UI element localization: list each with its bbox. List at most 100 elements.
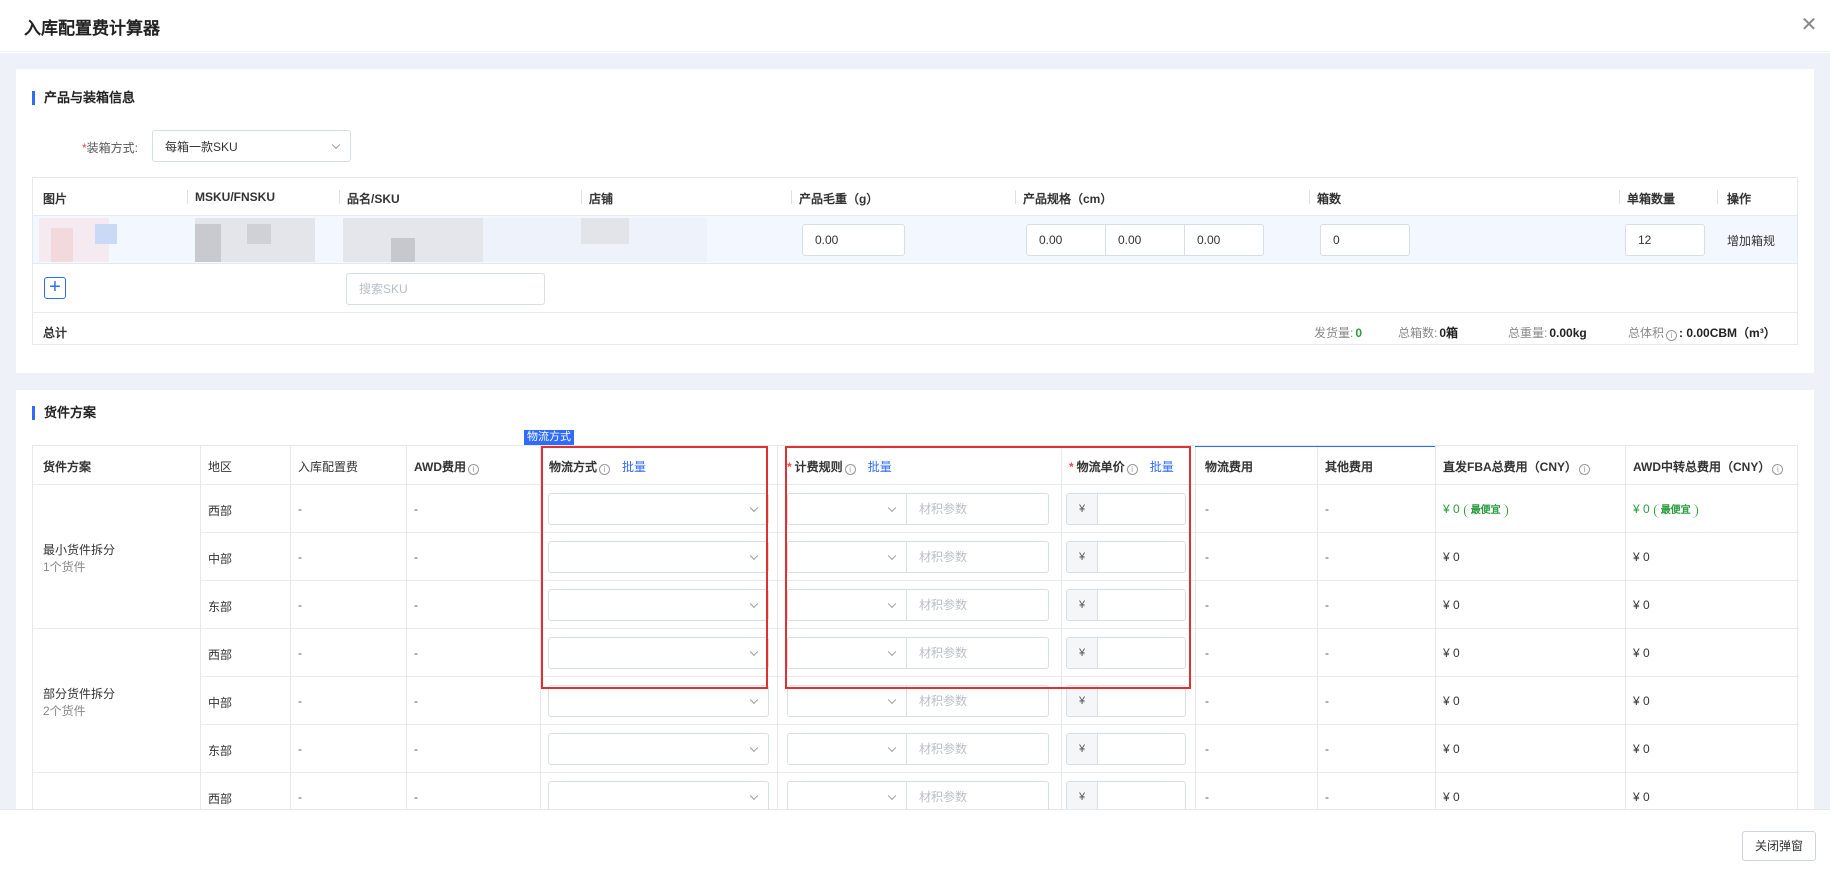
boxes-stat: 总箱数: 0箱	[1398, 326, 1459, 340]
logistics-select[interactable]	[548, 589, 769, 621]
rule-select[interactable]	[787, 685, 907, 717]
inbound-fee-cell: -	[298, 646, 302, 660]
info-icon[interactable]: i	[599, 464, 611, 475]
close-dialog-button[interactable]: 关闭弹窗	[1741, 831, 1816, 861]
param-input[interactable]: 材积参数	[906, 637, 1049, 669]
region-cell: 东部	[208, 744, 233, 758]
packing-select[interactable]: 每箱一款SKU	[152, 130, 351, 162]
param-input[interactable]: 材积参数	[906, 733, 1049, 765]
yen-prefix: ¥	[1066, 637, 1098, 669]
unit-price-input[interactable]	[1098, 541, 1186, 573]
info-icon[interactable]: i	[468, 464, 479, 475]
inbound-fee-cell: -	[298, 742, 302, 756]
yen-prefix: ¥	[1066, 541, 1098, 573]
logistics-cost-cell: -	[1205, 790, 1209, 804]
inbound-fee-cell: -	[298, 598, 302, 612]
other-cost-cell: -	[1325, 502, 1329, 516]
weight-input[interactable]: 0.00	[802, 224, 905, 256]
batch-logistics-link[interactable]: 批量	[622, 460, 646, 474]
yen-prefix: ¥	[1066, 685, 1098, 717]
th-unit-price: * 物流单价 i 批量	[1069, 460, 1174, 475]
other-cost-cell: -	[1325, 598, 1329, 612]
length-input[interactable]: 0.00	[1026, 224, 1106, 256]
rule-select[interactable]	[787, 493, 907, 525]
msku-blurred	[195, 224, 221, 262]
chevron-down-icon	[887, 647, 897, 657]
per-box-input[interactable]: 12	[1625, 224, 1705, 256]
th-logistics: 物流方式 i 批量	[549, 460, 647, 475]
boxes-input[interactable]: 0	[1320, 224, 1410, 256]
unit-price-input[interactable]	[1098, 637, 1186, 669]
store-blurred	[581, 218, 629, 244]
add-sku-button[interactable]: +	[44, 277, 66, 299]
chevron-down-icon	[887, 599, 897, 609]
product-table: 图片 MSKU/FNSKU 品名/SKU 店铺 产品毛重（g） 产品规格（cm）…	[32, 177, 1798, 345]
width-input[interactable]: 0.00	[1105, 224, 1185, 256]
add-box-spec-link[interactable]: 增加箱规	[1727, 232, 1775, 249]
cheapest-badge: 最便宜	[1653, 504, 1698, 518]
rule-select[interactable]	[787, 589, 907, 621]
height-input[interactable]: 0.00	[1184, 224, 1264, 256]
packing-label: *装箱方式:	[82, 141, 139, 155]
unit-price-input[interactable]	[1098, 781, 1186, 809]
chevron-down-icon	[887, 791, 897, 801]
logistics-select[interactable]	[548, 637, 769, 669]
name-blurred	[391, 238, 415, 262]
table-row: 0.00 0.00 0.00 0.00 0 12 增加箱规	[33, 216, 1797, 264]
unit-price-input[interactable]	[1098, 589, 1186, 621]
chevron-down-icon	[887, 695, 897, 705]
batch-rule-link[interactable]: 批量	[868, 460, 892, 474]
add-row: + 搜索SKU	[33, 265, 1797, 313]
fba-total-cell: ¥ 0	[1443, 790, 1460, 804]
awd-fee-cell: -	[414, 550, 418, 564]
chevron-down-icon	[749, 551, 759, 561]
rule-select[interactable]	[787, 637, 907, 669]
yen-prefix: ¥	[1066, 781, 1098, 809]
search-sku-input[interactable]: 搜索SKU	[346, 273, 545, 305]
unit-price-input[interactable]	[1098, 493, 1186, 525]
param-input[interactable]: 材积参数	[906, 589, 1049, 621]
param-input[interactable]: 材积参数	[906, 493, 1049, 525]
logistics-select[interactable]	[548, 541, 769, 573]
product-image	[95, 224, 117, 244]
param-input[interactable]: 材积参数	[906, 541, 1049, 573]
logistics-cost-cell: -	[1205, 694, 1209, 708]
rule-select[interactable]	[787, 541, 907, 573]
th-per-box: 单箱数量	[1627, 192, 1676, 206]
param-input[interactable]: 材积参数	[906, 685, 1049, 717]
msku-blurred	[247, 224, 271, 244]
info-icon[interactable]: i	[844, 464, 856, 475]
fba-total-cell: ¥ 0	[1443, 742, 1460, 756]
info-icon[interactable]: i	[1126, 464, 1138, 475]
th-logistics-cost: 物流费用	[1205, 460, 1254, 474]
logistics-select[interactable]	[548, 781, 769, 809]
batch-price-link[interactable]: 批量	[1150, 460, 1174, 474]
logistics-cost-cell: -	[1205, 598, 1209, 612]
logistics-cost-cell: -	[1205, 550, 1209, 564]
chevron-down-icon	[749, 791, 759, 801]
shipped-stat: 发货量: 0	[1314, 326, 1363, 340]
awd-fee-cell: -	[414, 694, 418, 708]
modal-header: 入库配置费计算器 ✕	[0, 0, 1830, 52]
rule-select[interactable]	[787, 733, 907, 765]
logistics-tag: 物流方式	[524, 430, 574, 445]
th-rule: * 计费规则 i 批量	[787, 460, 892, 475]
logistics-select[interactable]	[548, 685, 769, 717]
close-icon[interactable]: ✕	[1798, 14, 1820, 36]
info-icon[interactable]: i	[1579, 464, 1590, 475]
plan-group-sub: 2个货件	[43, 704, 86, 718]
param-input[interactable]: 材积参数	[906, 781, 1049, 809]
logistics-select[interactable]	[548, 493, 769, 525]
logistics-select[interactable]	[548, 733, 769, 765]
rule-select[interactable]	[787, 781, 907, 809]
fba-total-cell: ¥ 0	[1443, 646, 1460, 660]
info-icon[interactable]: i	[1772, 464, 1784, 475]
unit-price-input[interactable]	[1098, 685, 1186, 717]
plan-card: 货件方案 货件方案 地区 入库配置费 AWD费用 i 物流方式 i 批量 * 计费规则 i…	[16, 390, 1814, 809]
unit-price-input[interactable]	[1098, 733, 1186, 765]
modal-title: 入库配置费计算器	[24, 19, 160, 38]
chevron-down-icon	[749, 743, 759, 753]
other-cost-cell: -	[1325, 550, 1329, 564]
info-icon[interactable]: i	[1666, 330, 1678, 341]
plan-table: 货件方案 地区 入库配置费 AWD费用 i 物流方式 i 批量 * 计费规则 i 批量 * 物…	[32, 445, 1799, 809]
